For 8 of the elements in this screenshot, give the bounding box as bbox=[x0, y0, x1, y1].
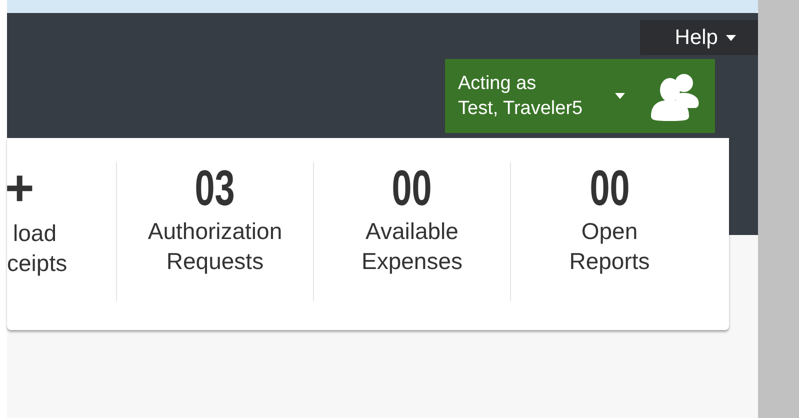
acting-as-menu[interactable]: Acting as Test, Traveler5 bbox=[445, 59, 715, 133]
count-tile[interactable]: 00 Available Expenses bbox=[314, 162, 511, 301]
count-tile[interactable]: 00 Open Reports bbox=[511, 162, 708, 301]
count-tile[interactable]: 03 Authorization Requests bbox=[117, 162, 314, 301]
caret-icon bbox=[615, 93, 625, 99]
caret-icon bbox=[726, 34, 736, 40]
upload-tile[interactable]: + load ceipts bbox=[7, 162, 117, 301]
help-menu[interactable]: Help bbox=[640, 20, 758, 55]
